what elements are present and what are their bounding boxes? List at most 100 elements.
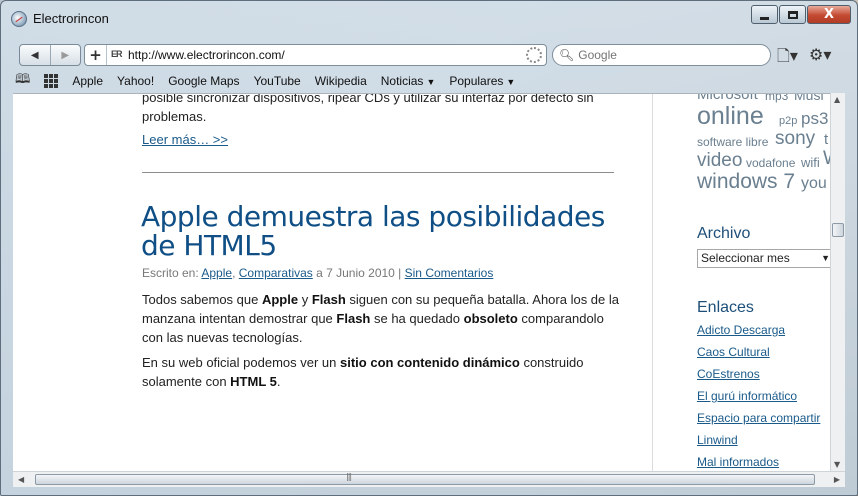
search-icon: 🔍︎ (559, 48, 575, 62)
maximize-button[interactable] (779, 5, 806, 24)
window-title: Electrorincon (33, 11, 109, 26)
close-icon: X (823, 7, 835, 22)
browser-app-icon (11, 11, 27, 27)
scroll-down-icon[interactable]: ▼ (834, 460, 840, 469)
sidebar-link[interactable]: Espacio para compartir (697, 411, 820, 425)
text-run: y (298, 292, 312, 307)
text-run: se ha quedado (370, 311, 464, 326)
tag-link[interactable]: wifi (801, 155, 820, 170)
post-divider (142, 172, 614, 173)
sidebar-link[interactable]: Mal informados (697, 455, 779, 469)
post-meta: Escrito en: Apple, Comparativas a 7 Juni… (142, 266, 493, 280)
back-forward-group: ◀ ▶ (19, 44, 81, 66)
comments-link[interactable]: Sin Comentarios (405, 266, 494, 280)
bold-text: Flash (311, 292, 346, 307)
bookmark-folder-label: Noticias (380, 74, 424, 88)
bold-text: Apple (261, 292, 299, 307)
plus-icon: + (89, 46, 102, 64)
tag-link[interactable]: mp3 (765, 94, 788, 103)
tag-link[interactable]: t (824, 131, 828, 148)
archive-heading: Archivo (697, 225, 751, 242)
sidebar-link[interactable]: El gurú informático (697, 389, 797, 403)
chevron-down-icon: ▼ (506, 77, 516, 87)
bookmark-wikipedia[interactable]: Wikipedia (315, 74, 367, 88)
archive-month-select[interactable]: Seleccionar mes ▼ (697, 249, 830, 268)
close-button[interactable]: X (807, 5, 851, 24)
tag-link[interactable]: online (697, 102, 764, 131)
links-heading: Enlaces (697, 299, 754, 316)
tag-link[interactable]: Musi (794, 94, 824, 103)
scroll-up-icon[interactable]: ▲ (834, 95, 840, 104)
post-title-link[interactable]: Apple demuestra las posibilidades de HTM… (141, 202, 631, 260)
settings-menu-button[interactable]: ⚙▾ (809, 45, 831, 64)
bold-text: HTML 5 (230, 374, 277, 389)
page-viewport[interactable]: posible sincronizar dispositivos, ripear… (13, 93, 830, 471)
bookmarks-bar: 🕮 Apple Yahoo! Google Maps YouTube Wikip… (15, 71, 849, 91)
url-input[interactable]: http://www.electrorincon.com/ (128, 48, 526, 62)
read-more-link[interactable]: Leer más… >> (142, 132, 228, 147)
tag-link[interactable]: p2p (779, 115, 797, 127)
sidebar-link[interactable]: Caos Cultural (697, 345, 770, 359)
post-paragraph-1: Todos sabemos que Apple y Flash siguen c… (142, 290, 622, 347)
tag-link[interactable]: vodafone (746, 156, 795, 170)
gear-icon: ⚙▾ (809, 45, 832, 64)
bookmark-folder-populares[interactable]: Populares ▼ (449, 74, 515, 88)
forward-button[interactable]: ▶ (49, 45, 81, 65)
address-bar[interactable]: + ER http://www.electrorincon.com/ (84, 44, 547, 66)
bookmark-folder-label: Populares (449, 74, 504, 88)
sidebar-link[interactable]: Linwind (697, 433, 738, 447)
text-run: Todos sabemos que (142, 292, 262, 307)
vertical-scroll-thumb[interactable] (832, 223, 844, 237)
site-favicon-icon: ER (111, 49, 123, 59)
bold-text: sitio con contenido dinámico (340, 355, 520, 370)
bold-text: Flash (336, 311, 371, 326)
tag-link[interactable]: video (697, 150, 742, 172)
scroll-right-icon[interactable]: ▶ (834, 475, 840, 484)
window-controls: X (750, 5, 851, 24)
tag-link[interactable]: you (801, 175, 827, 193)
scroll-left-icon[interactable]: ◀ (18, 475, 24, 484)
browser-window: Electrorincon X ◀ ▶ + ER http://www.elec… (0, 0, 858, 496)
tag-link[interactable]: windows 7 (697, 170, 795, 194)
navigation-toolbar: ◀ ▶ + ER http://www.electrorincon.com/ 🔍… (9, 41, 851, 69)
bookmark-folder-noticias[interactable]: Noticias ▼ (381, 74, 436, 88)
text-run: En su web oficial podemos ver un (142, 355, 340, 370)
search-input[interactable] (578, 48, 759, 62)
previous-post-excerpt: posible sincronizar dispositivos, ripear… (142, 93, 594, 124)
search-box[interactable]: 🔍︎ (552, 44, 771, 66)
top-sites-grid-icon[interactable] (44, 74, 59, 88)
add-bookmark-button[interactable]: + (85, 45, 107, 65)
back-button[interactable]: ◀ (20, 45, 50, 65)
sidebar-link[interactable]: CoEstrenos (697, 367, 760, 381)
page-menu-button[interactable]: 🗋▾ (777, 45, 798, 72)
vertical-scrollbar[interactable]: ▲ ▼ (830, 93, 845, 471)
bold-text: obsoleto (463, 311, 518, 326)
sidebar: Microsoft mp3 Musi online p2p ps3 softwa… (697, 94, 830, 471)
tag-link[interactable]: ps3 (801, 109, 828, 129)
tag-link[interactable]: sony (775, 128, 815, 150)
bookmark-apple[interactable]: Apple (72, 74, 103, 88)
horizontal-scroll-thumb[interactable] (35, 472, 815, 485)
chevron-down-icon: ▼ (821, 253, 830, 263)
category-link-comparativas[interactable]: Comparativas (239, 266, 313, 280)
minimize-icon (760, 16, 769, 20)
open-book-icon[interactable]: 🕮 (15, 70, 30, 92)
bookmark-yahoo[interactable]: Yahoo! (117, 74, 154, 88)
sidebar-link[interactable]: Adicto Descarga (697, 323, 785, 337)
loading-spinner-icon (526, 47, 542, 63)
text-run: . (276, 374, 281, 389)
tag-link[interactable]: W (823, 148, 830, 170)
title-bar[interactable]: Electrorincon X (1, 1, 857, 35)
post-date: a 7 Junio 2010 | (312, 266, 405, 280)
forward-arrow-icon: ▶ (61, 49, 70, 61)
horizontal-scrollbar[interactable]: ◀ ▶ (13, 471, 845, 487)
tag-link[interactable]: software libre (697, 135, 768, 149)
category-link-apple[interactable]: Apple (201, 266, 232, 280)
meta-prefix: Escrito en: (142, 266, 202, 280)
select-value: Seleccionar mes (701, 251, 790, 265)
minimize-button[interactable] (751, 5, 778, 24)
back-arrow-icon: ◀ (30, 49, 39, 61)
bookmark-youtube[interactable]: YouTube (254, 74, 301, 88)
main-content: posible sincronizar dispositivos, ripear… (13, 94, 653, 471)
bookmark-google-maps[interactable]: Google Maps (168, 74, 239, 88)
